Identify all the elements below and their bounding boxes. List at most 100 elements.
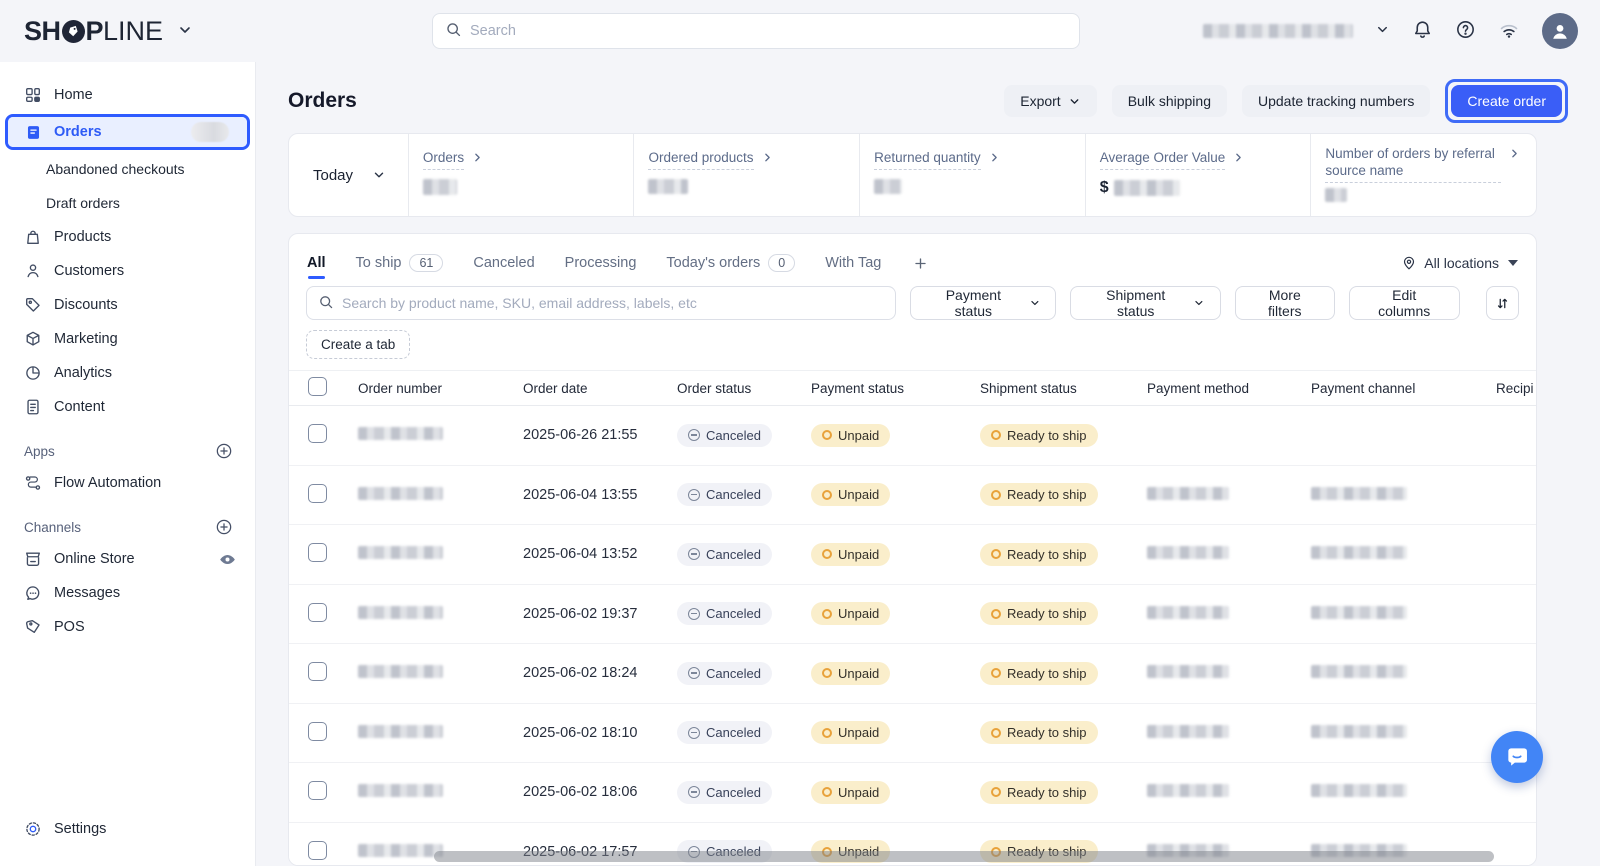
sidebar-item-home[interactable]: Home bbox=[0, 78, 255, 112]
sort-button[interactable] bbox=[1486, 286, 1519, 320]
row-checkbox[interactable] bbox=[308, 781, 327, 800]
order-number-redacted bbox=[358, 665, 443, 678]
tab-processing[interactable]: Processing bbox=[565, 255, 637, 271]
metric-orders: Orders bbox=[408, 134, 634, 216]
search-icon bbox=[318, 294, 334, 313]
order-status-badge: Canceled bbox=[677, 602, 772, 625]
payment-channel-redacted bbox=[1311, 606, 1407, 619]
horizontal-scrollbar[interactable] bbox=[434, 851, 1494, 862]
table-row[interactable]: 2025-06-02 18:10 Canceled Unpaid Ready t… bbox=[289, 704, 1536, 764]
apps-section-header: Apps bbox=[0, 436, 255, 466]
network-status-icon[interactable] bbox=[1498, 19, 1520, 44]
order-status-badge: Canceled bbox=[677, 543, 772, 566]
update-tracking-numbers-button[interactable]: Update tracking numbers bbox=[1242, 85, 1430, 117]
table-row[interactable]: 2025-06-02 19:37 Canceled Unpaid Ready t… bbox=[289, 585, 1536, 645]
payment-method-redacted bbox=[1147, 784, 1229, 797]
payment-status-badge: Unpaid bbox=[811, 483, 890, 506]
create-tab-button[interactable]: Create a tab bbox=[306, 330, 410, 359]
row-checkbox[interactable] bbox=[308, 662, 327, 681]
help-icon[interactable] bbox=[1455, 19, 1476, 43]
sidebar-item-abandoned-checkouts[interactable]: Abandoned checkouts bbox=[0, 152, 255, 186]
topbar: SH P LINE bbox=[0, 0, 1600, 62]
sidebar-item-content[interactable]: Content bbox=[0, 390, 255, 424]
col-shipment-status: Shipment status bbox=[980, 381, 1147, 396]
sidebar-item-products[interactable]: Products bbox=[0, 220, 255, 254]
add-app-icon[interactable] bbox=[215, 442, 233, 460]
bulk-shipping-button[interactable]: Bulk shipping bbox=[1112, 85, 1227, 117]
payment-channel-redacted bbox=[1311, 784, 1407, 797]
order-search-input[interactable] bbox=[342, 295, 884, 311]
home-icon bbox=[24, 86, 42, 104]
pos-tag-icon bbox=[24, 618, 42, 636]
sidebar-item-draft-orders[interactable]: Draft orders bbox=[0, 186, 255, 220]
row-checkbox[interactable] bbox=[308, 424, 327, 443]
global-search-input[interactable] bbox=[470, 23, 1067, 39]
sidebar-item-settings[interactable]: Settings bbox=[0, 812, 255, 846]
shipment-status-badge: Ready to ship bbox=[980, 662, 1098, 685]
sidebar-item-marketing[interactable]: Marketing bbox=[0, 322, 255, 356]
tab-with-tag[interactable]: With Tag bbox=[825, 255, 881, 271]
col-payment-method: Payment method bbox=[1147, 381, 1311, 396]
sidebar-item-pos[interactable]: POS bbox=[0, 610, 255, 644]
user-avatar[interactable] bbox=[1542, 13, 1578, 49]
locations-selector[interactable]: All locations bbox=[1401, 255, 1518, 271]
cube-icon bbox=[24, 330, 42, 348]
table-header: Order number Order date Order status Pay… bbox=[289, 370, 1536, 406]
sidebar-item-customers[interactable]: Customers bbox=[0, 254, 255, 288]
row-checkbox[interactable] bbox=[308, 543, 327, 562]
period-selector[interactable]: Today bbox=[289, 134, 408, 216]
edit-columns-button[interactable]: Edit columns bbox=[1349, 286, 1460, 320]
table-row[interactable]: 2025-06-02 18:06 Canceled Unpaid Ready t… bbox=[289, 763, 1536, 823]
table-row[interactable]: 2025-06-26 21:55 Canceled Unpaid Ready t… bbox=[289, 406, 1536, 466]
page-header: Orders Export Bulk shipping Update track… bbox=[288, 81, 1568, 121]
canceled-icon bbox=[688, 429, 700, 441]
tab-all[interactable]: All bbox=[307, 255, 326, 271]
tab-canceled[interactable]: Canceled bbox=[473, 255, 534, 271]
order-search[interactable] bbox=[306, 286, 896, 320]
shopline-logo[interactable]: SH P LINE bbox=[24, 16, 193, 47]
sidebar-item-online-store[interactable]: Online Store bbox=[0, 542, 255, 576]
orders-panel: All To ship 61 Canceled Processing Today… bbox=[288, 233, 1537, 866]
export-button[interactable]: Export bbox=[1004, 85, 1096, 117]
shopline-bag-icon bbox=[62, 20, 85, 46]
row-checkbox[interactable] bbox=[308, 603, 327, 622]
header-actions: Export Bulk shipping Update tracking num… bbox=[1004, 79, 1568, 123]
sidebar-item-orders[interactable]: Orders bbox=[8, 117, 247, 147]
to-ship-count-badge: 61 bbox=[409, 254, 443, 272]
sidebar-item-analytics[interactable]: Analytics bbox=[0, 356, 255, 390]
add-channel-icon[interactable] bbox=[215, 518, 233, 536]
select-all-checkbox[interactable] bbox=[308, 377, 327, 396]
row-checkbox[interactable] bbox=[308, 722, 327, 741]
chat-fab-button[interactable] bbox=[1491, 731, 1543, 783]
tab-todays-orders[interactable]: Today's orders 0 bbox=[666, 254, 795, 272]
unpaid-icon bbox=[822, 609, 832, 619]
row-checkbox[interactable] bbox=[308, 841, 327, 860]
eye-icon[interactable] bbox=[218, 550, 237, 569]
notifications-bell-icon[interactable] bbox=[1412, 19, 1433, 43]
create-order-button[interactable]: Create order bbox=[1451, 85, 1562, 117]
sidebar-item-flow-automation[interactable]: Flow Automation bbox=[0, 466, 255, 500]
logo-chevron-down-icon[interactable] bbox=[177, 22, 193, 41]
shipment-status-filter[interactable]: Shipment status bbox=[1070, 286, 1220, 320]
chevron-right-icon bbox=[1508, 147, 1521, 160]
order-number-redacted bbox=[358, 427, 443, 440]
orders-highlight-annotation: Orders bbox=[5, 114, 250, 150]
store-name-redacted bbox=[1203, 24, 1353, 38]
unpaid-icon bbox=[822, 430, 832, 440]
global-search[interactable] bbox=[432, 13, 1080, 49]
chevron-down-icon bbox=[1068, 95, 1081, 108]
metric-value-redacted bbox=[648, 179, 688, 194]
tab-to-ship[interactable]: To ship 61 bbox=[356, 254, 444, 272]
payment-status-filter[interactable]: Payment status bbox=[910, 286, 1056, 320]
store-switcher-chevron-icon[interactable] bbox=[1375, 22, 1390, 40]
more-filters-button[interactable]: More filters bbox=[1235, 286, 1335, 320]
add-tab-icon[interactable] bbox=[913, 256, 928, 271]
table-row[interactable]: 2025-06-04 13:55 Canceled Unpaid Ready t… bbox=[289, 466, 1536, 526]
row-checkbox[interactable] bbox=[308, 484, 327, 503]
table-row[interactable]: 2025-06-04 13:52 Canceled Unpaid Ready t… bbox=[289, 525, 1536, 585]
ready-to-ship-icon bbox=[991, 668, 1001, 678]
sidebar-item-messages[interactable]: Messages bbox=[0, 576, 255, 610]
sidebar-item-discounts[interactable]: Discounts bbox=[0, 288, 255, 322]
unpaid-icon bbox=[822, 728, 832, 738]
table-row[interactable]: 2025-06-02 18:24 Canceled Unpaid Ready t… bbox=[289, 644, 1536, 704]
